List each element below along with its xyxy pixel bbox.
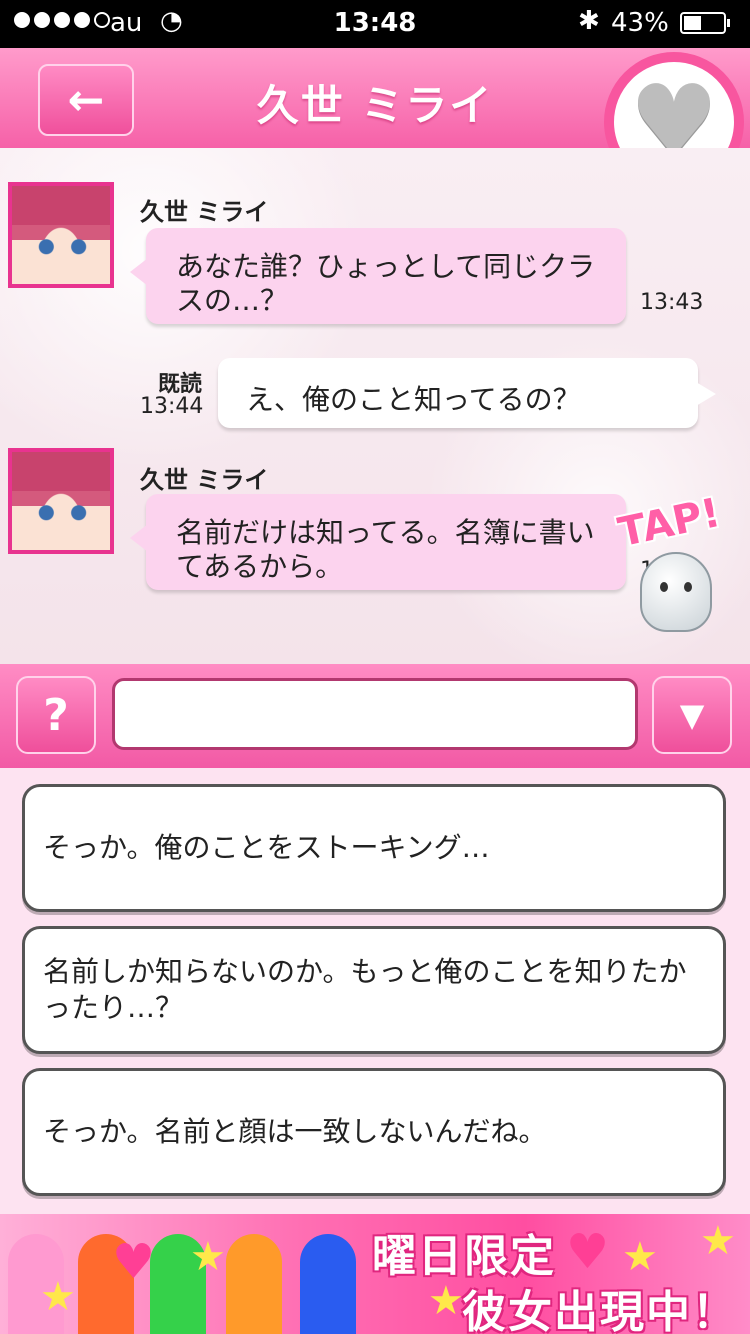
reply-choice[interactable]: 名前しか知らないのか。もっと俺のことを知りたかったり…？ [22, 926, 726, 1054]
sender-name: 久世 ミライ [140, 466, 269, 494]
banner-line-2: 彼女出現中！ [462, 1287, 738, 1334]
character-silhouette [226, 1234, 282, 1334]
star-icon: ★ [428, 1278, 464, 1324]
reply-choice-text: 名前しか知らないのか。もっと俺のことを知りたかったり…？ [43, 955, 687, 1024]
tap-mascot-button[interactable]: TAP! [608, 490, 750, 650]
ghost-mascot-icon [640, 552, 712, 632]
star-icon: ★ [622, 1234, 658, 1280]
chevron-down-icon: ▼ [679, 696, 705, 734]
reply-choice[interactable]: そっか。名前と顔は一致しないんだね。 [22, 1068, 726, 1196]
battery-icon [680, 12, 730, 34]
star-icon: ★ [700, 1218, 736, 1264]
status-bar: au ◔ 13:48 ✱ 43% [0, 0, 750, 48]
star-icon: ★ [40, 1274, 76, 1320]
question-icon: ? [43, 689, 69, 741]
message-time: 13:44 [140, 394, 204, 419]
reply-choice-text: そっか。名前と顔は一致しないんだね。 [43, 1115, 547, 1148]
avatar[interactable] [8, 448, 114, 554]
choices-toggle-button[interactable]: ▼ [652, 676, 732, 754]
bluetooth-icon: ✱ [578, 6, 600, 36]
reply-choice[interactable]: そっか。俺のことをストーキング… [22, 784, 726, 912]
heart-icon: ♥ [112, 1234, 156, 1290]
message-bubble-incoming: あなた誰？ひょっとして同じクラスの…？ [130, 228, 626, 324]
battery-percent: 43% [611, 8, 669, 38]
input-bar: ? ▼ [0, 664, 750, 768]
message-time: 13:43 [640, 290, 704, 315]
reply-choices: そっか。俺のことをストーキング… 名前しか知らないのか。もっと俺のことを知りたか… [0, 768, 750, 1214]
help-button[interactable]: ? [16, 676, 96, 754]
promo-banner[interactable]: ★ ★ ★ ★ ★ ♥ ♥ 曜日限定 彼女出現中！ [0, 1214, 750, 1334]
message-bubble-incoming: 名前だけは知ってる。名簿に書いてあるから。 [130, 494, 626, 590]
message-bubble-outgoing: え、俺のこと知ってるの？ [218, 358, 716, 428]
heart-icon: ♥ [566, 1224, 610, 1280]
message-input[interactable] [112, 678, 638, 750]
avatar[interactable] [8, 182, 114, 288]
star-icon: ★ [190, 1234, 226, 1280]
banner-line-1: 曜日限定 [372, 1231, 556, 1282]
sender-name: 久世 ミライ [140, 198, 269, 226]
character-silhouette [300, 1234, 356, 1334]
tap-label: TAP! [614, 489, 725, 557]
reply-choice-text: そっか。俺のことをストーキング… [43, 831, 490, 864]
